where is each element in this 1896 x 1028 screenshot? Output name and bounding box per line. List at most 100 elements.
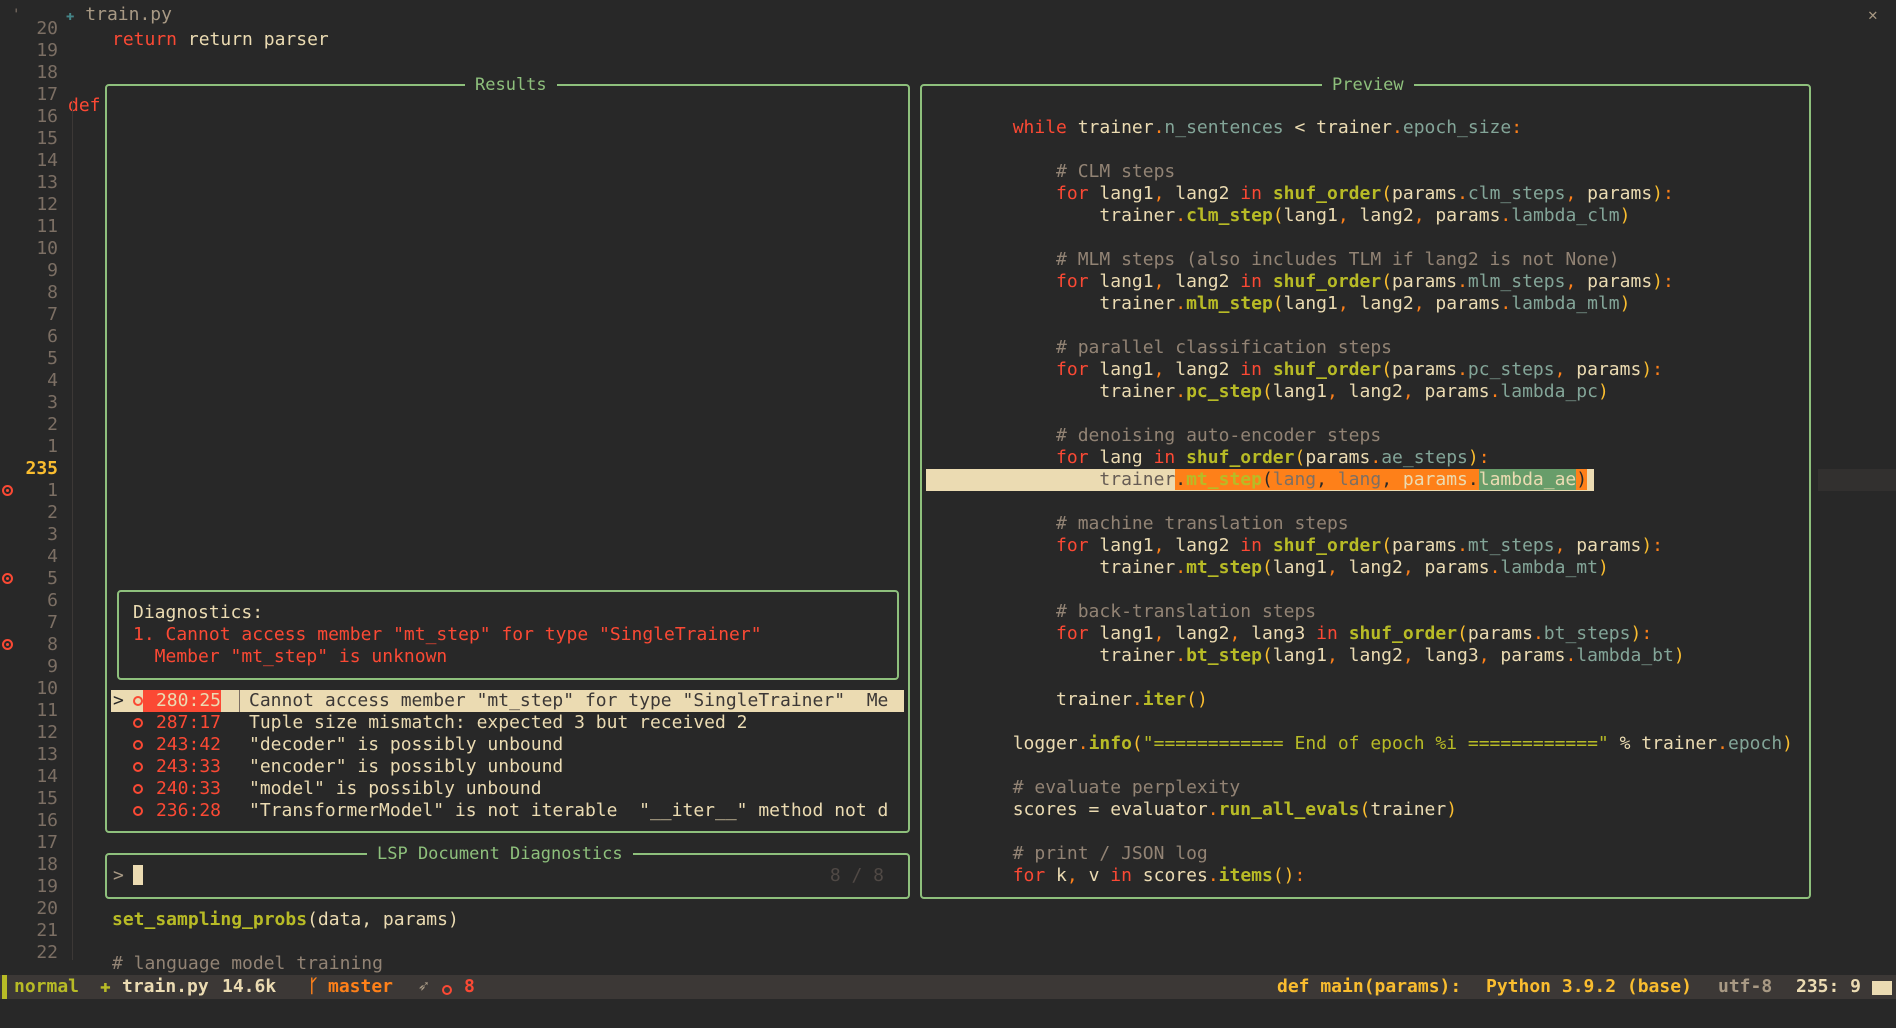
preview-line: # parallel classification steps bbox=[926, 337, 1807, 359]
line-number: 14 bbox=[36, 150, 58, 171]
code-token: iter bbox=[1142, 689, 1187, 710]
code-token: ( bbox=[1272, 293, 1284, 314]
preview-line: trainer.mlm_step(lang1, lang2, params.la… bbox=[926, 293, 1807, 315]
preview-line bbox=[926, 491, 1807, 513]
diagnostic-row[interactable]: 240:33 "model" is possibly unbound bbox=[111, 778, 904, 800]
code-token: lambda_pc bbox=[1500, 381, 1598, 402]
error-icon bbox=[133, 740, 143, 750]
line-number: 15 bbox=[36, 788, 58, 809]
diagnostic-row[interactable]: 236:28 "TransformerModel" is not iterable… bbox=[111, 800, 904, 822]
code-token: ) bbox=[1630, 623, 1642, 644]
line-number: 9 bbox=[47, 260, 58, 281]
code-token: lang1 bbox=[1099, 359, 1154, 380]
code-token: mt_step bbox=[1186, 557, 1262, 578]
code-token: for bbox=[926, 447, 1100, 468]
code-token: trainer bbox=[926, 689, 1132, 710]
highlight-token: . bbox=[1175, 469, 1187, 490]
preview-line: for k, v in scores.items(): bbox=[926, 865, 1807, 887]
line-number: 4 bbox=[47, 370, 58, 391]
code-token: params bbox=[1500, 645, 1566, 666]
line-number: 11 bbox=[36, 700, 58, 721]
gutter-line: 4 bbox=[0, 546, 92, 568]
gutter-line: 9 bbox=[0, 260, 92, 282]
code-token: lambda_mt bbox=[1500, 557, 1598, 578]
code-token: . bbox=[1457, 535, 1468, 556]
code-token: , bbox=[1554, 359, 1577, 380]
code-token: run_all_evals bbox=[1218, 799, 1360, 820]
gutter-line: 22 bbox=[0, 942, 92, 964]
scope-context: def main(params): bbox=[1277, 976, 1462, 997]
code-token: trainer bbox=[1077, 117, 1154, 138]
code-token: epoch_size bbox=[1402, 117, 1512, 138]
line-number: 6 bbox=[47, 590, 58, 611]
gutter-line: 13 bbox=[0, 172, 92, 194]
diagnostic-message: "TransformerModel" is not iterable "__it… bbox=[249, 800, 889, 821]
preview-line: trainer.clm_step(lang1, lang2, params.la… bbox=[926, 205, 1807, 227]
diagnostic-row[interactable]: >280:25 Cannot access member "mt_step" fo… bbox=[111, 690, 904, 712]
code-token: , bbox=[1554, 535, 1577, 556]
line-number: 12 bbox=[36, 722, 58, 743]
code-token: # CLM steps bbox=[926, 161, 1176, 182]
diagnostic-row[interactable]: 287:17 Tuple size mismatch: expected 3 bu… bbox=[111, 712, 904, 734]
highlight-token: mt_step bbox=[1186, 469, 1262, 490]
line-number: 18 bbox=[36, 62, 58, 83]
code-token: : bbox=[1478, 447, 1490, 468]
code-token: k bbox=[1056, 865, 1067, 886]
code-token: params bbox=[1424, 381, 1490, 402]
code-token: params bbox=[1587, 183, 1653, 204]
code-token: lang1 bbox=[1099, 623, 1154, 644]
preview-line: for lang1, lang2 in shuf_order(params.pc… bbox=[926, 359, 1807, 381]
preview-line bbox=[926, 403, 1807, 425]
preview-line bbox=[926, 667, 1807, 689]
gutter-line: 3 bbox=[0, 392, 92, 414]
code-token: : bbox=[1294, 865, 1306, 886]
preview-line: for lang1, lang2 in shuf_order(params.ml… bbox=[926, 271, 1807, 293]
code-token: % trainer bbox=[1608, 733, 1718, 754]
indent-guide bbox=[72, 100, 74, 960]
preview-line: # back-translation steps bbox=[926, 601, 1807, 623]
code-token: ( bbox=[1381, 359, 1393, 380]
highlight-token: lang bbox=[1327, 469, 1382, 490]
code-token: in bbox=[1240, 535, 1273, 556]
line-number: 9 bbox=[47, 656, 58, 677]
code-token: n_sentences bbox=[1164, 117, 1284, 138]
diagnostic-row[interactable]: 243:42 "decoder" is possibly unbound bbox=[111, 734, 904, 756]
code-token: ) bbox=[1619, 293, 1631, 314]
results-title: Results bbox=[465, 74, 557, 96]
code-token: . bbox=[1131, 689, 1143, 710]
code-token: in bbox=[1240, 183, 1273, 204]
error-count[interactable]: 8 bbox=[464, 975, 475, 999]
code-token: shuf_order bbox=[1348, 623, 1458, 644]
code-line-20: return return parser bbox=[112, 29, 329, 51]
line-number: 10 bbox=[36, 678, 58, 699]
gutter-line: 2 bbox=[0, 502, 92, 524]
gutter-line: 12 bbox=[0, 722, 92, 744]
preview-line bbox=[926, 711, 1807, 733]
selection-pointer bbox=[113, 734, 124, 756]
code-token: lang1 bbox=[1099, 271, 1154, 292]
line-number: 5 bbox=[47, 568, 58, 589]
preview-line bbox=[926, 227, 1807, 249]
diagnostic-row[interactable]: 243:33 "encoder" is possibly unbound bbox=[111, 756, 904, 778]
code-token: lang2 bbox=[1348, 381, 1403, 402]
close-icon[interactable]: ✕ bbox=[1868, 4, 1878, 26]
code-token: lang1 bbox=[1283, 205, 1338, 226]
status-filename: train.py bbox=[122, 976, 209, 997]
diagnostic-position: 287:17 bbox=[155, 712, 221, 733]
code-token: params bbox=[1435, 205, 1501, 226]
code-token: , bbox=[1402, 557, 1425, 578]
diagnostic-message: Tuple size mismatch: expected 3 but rece… bbox=[249, 712, 748, 733]
gutter-line: 7 bbox=[0, 304, 92, 326]
git-branch[interactable]: master bbox=[328, 975, 393, 999]
code-token: trainer bbox=[926, 381, 1176, 402]
line-number: 2 bbox=[47, 414, 58, 435]
gutter-line: 10 bbox=[0, 678, 92, 700]
gutter-line: 3 bbox=[0, 524, 92, 546]
line-number: 16 bbox=[36, 810, 58, 831]
code-token: # back-translation steps bbox=[926, 601, 1317, 622]
preview-line: # evaluate perplexity bbox=[926, 777, 1807, 799]
code-token: . bbox=[1077, 733, 1089, 754]
code-token: ( bbox=[1381, 535, 1393, 556]
prompt-cursor[interactable] bbox=[133, 865, 143, 885]
comment-text: # language model training bbox=[112, 953, 383, 974]
